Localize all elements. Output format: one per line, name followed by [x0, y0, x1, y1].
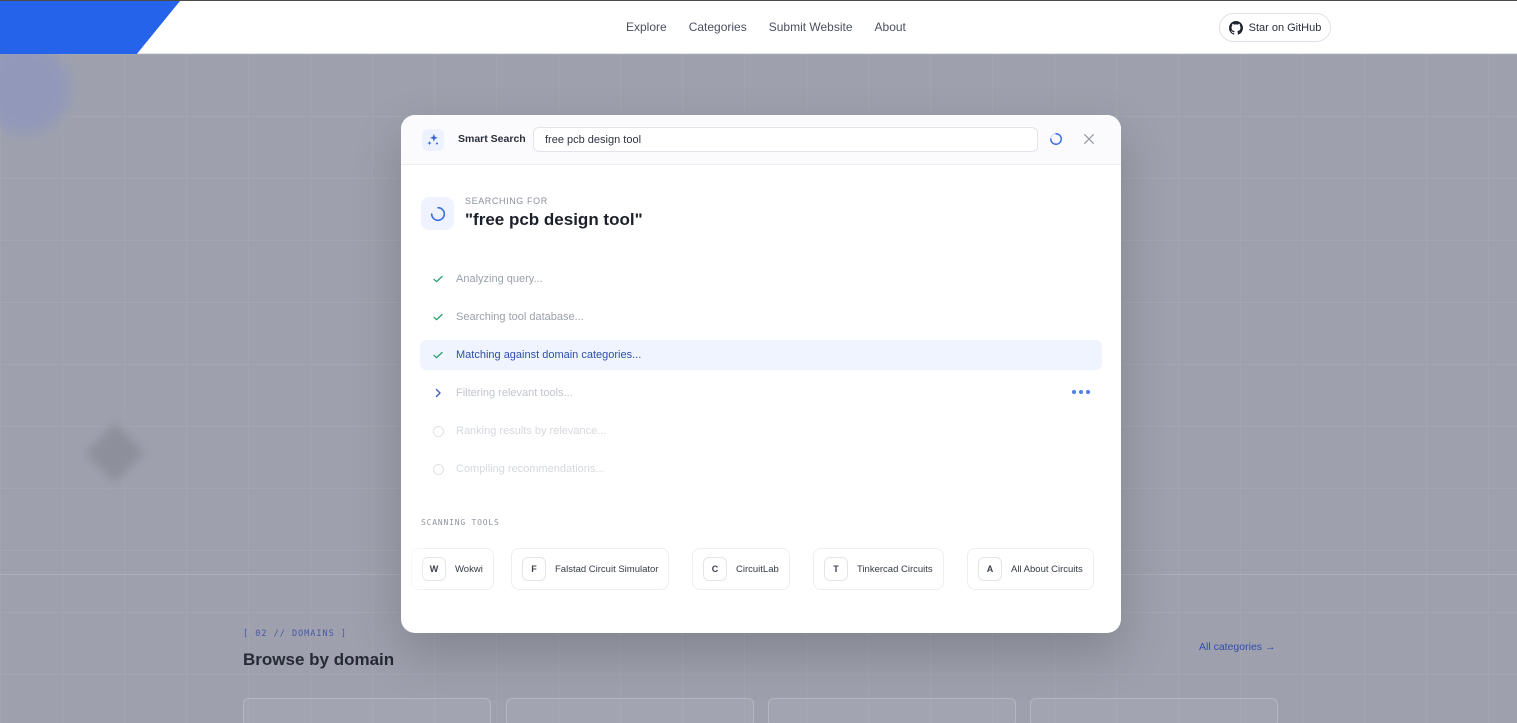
close-icon[interactable] — [1082, 132, 1096, 146]
domains-section-title: Browse by domain — [243, 650, 395, 669]
loading-spinner-icon — [1050, 133, 1062, 145]
nav-link-explore[interactable]: Explore — [626, 20, 667, 34]
searching-for-label: SEARCHING FOR — [465, 196, 548, 206]
tool-chip-all-about-circuits: A All About Circuits — [967, 548, 1094, 590]
star-on-github-button[interactable]: Star on GitHub — [1219, 13, 1331, 42]
step-ranking-results: Ranking results by relevance... — [420, 416, 1102, 446]
chevron-right-icon — [432, 387, 444, 399]
tool-name: CircuitLab — [736, 563, 779, 575]
domain-card[interactable] — [768, 698, 1016, 723]
tool-chip-falstad: F Falstad Circuit Simulator — [511, 548, 670, 590]
empty-circle-icon — [432, 463, 444, 475]
domain-card[interactable] — [506, 698, 754, 723]
step-filtering-tools: Filtering relevant tools... — [420, 378, 1102, 408]
tool-name: Falstad Circuit Simulator — [555, 563, 659, 575]
tool-name: Tinkercad Circuits — [857, 563, 933, 575]
top-navigation-bar: Explore Categories Submit Website About … — [0, 0, 1517, 54]
tool-chip-circuitlab: C CircuitLab — [692, 548, 790, 590]
step-analyzing-query: Analyzing query... — [420, 264, 1102, 294]
empty-circle-icon — [432, 425, 444, 437]
searching-spinner-box — [421, 197, 454, 230]
nav-link-submit-website[interactable]: Submit Website — [769, 20, 853, 34]
domain-card[interactable] — [1030, 698, 1278, 723]
step-compiling-recommendations: Compiling recommendations... — [420, 454, 1102, 484]
search-progress-steps: Analyzing query... Searching tool databa… — [420, 264, 1102, 492]
tool-name: All About Circuits — [1011, 563, 1083, 575]
smart-search-modal: Smart Search SEARCHING FOR "free pcb des… — [401, 115, 1121, 633]
step-searching-database: Searching tool database... — [420, 302, 1102, 332]
scanning-tools-marquee: W Wokwi F Falstad Circuit Simulator C Ci… — [401, 548, 1121, 590]
main-nav: Explore Categories Submit Website About — [626, 20, 906, 34]
tool-name: Wokwi — [455, 563, 483, 575]
step-label: Matching against domain categories... — [456, 349, 642, 361]
nav-link-about[interactable]: About — [875, 20, 906, 34]
tool-letter-badge: T — [824, 557, 848, 581]
tool-letter-badge: A — [978, 557, 1002, 581]
step-label: Analyzing query... — [456, 273, 543, 285]
check-icon — [432, 273, 444, 285]
github-button-label: Star on GitHub — [1248, 21, 1322, 34]
step-label: Compiling recommendations... — [456, 463, 605, 475]
domains-section-label: [ 02 // DOMAINS ] — [243, 629, 347, 639]
marquee-fade-left — [401, 548, 429, 590]
step-label: Searching tool database... — [456, 311, 584, 323]
searching-query-text: "free pcb design tool" — [465, 210, 643, 229]
step-label: Filtering relevant tools... — [456, 387, 573, 399]
sparkle-icon — [422, 129, 444, 151]
step-label: Ranking results by relevance... — [456, 425, 607, 437]
tool-letter-badge: F — [522, 557, 546, 581]
marquee-fade-right — [1093, 548, 1121, 590]
scanning-tools-label: SCANNING TOOLS — [421, 518, 500, 527]
loading-dots-icon — [1072, 390, 1090, 394]
brand-logo-shape[interactable] — [0, 1, 180, 54]
tool-letter-badge: C — [703, 557, 727, 581]
step-matching-categories: Matching against domain categories... — [420, 340, 1102, 370]
domain-card[interactable] — [243, 698, 491, 723]
github-icon — [1228, 20, 1243, 35]
tool-chip-tinkercad: T Tinkercad Circuits — [813, 548, 944, 590]
smart-search-title: Smart Search — [458, 133, 526, 145]
smart-search-input[interactable] — [533, 127, 1038, 152]
modal-header: Smart Search — [401, 115, 1121, 165]
all-categories-link[interactable]: All categories → — [1199, 641, 1275, 653]
check-icon — [432, 311, 444, 323]
nav-link-categories[interactable]: Categories — [689, 20, 747, 34]
loading-spinner-icon — [430, 206, 445, 221]
check-icon — [432, 349, 444, 361]
